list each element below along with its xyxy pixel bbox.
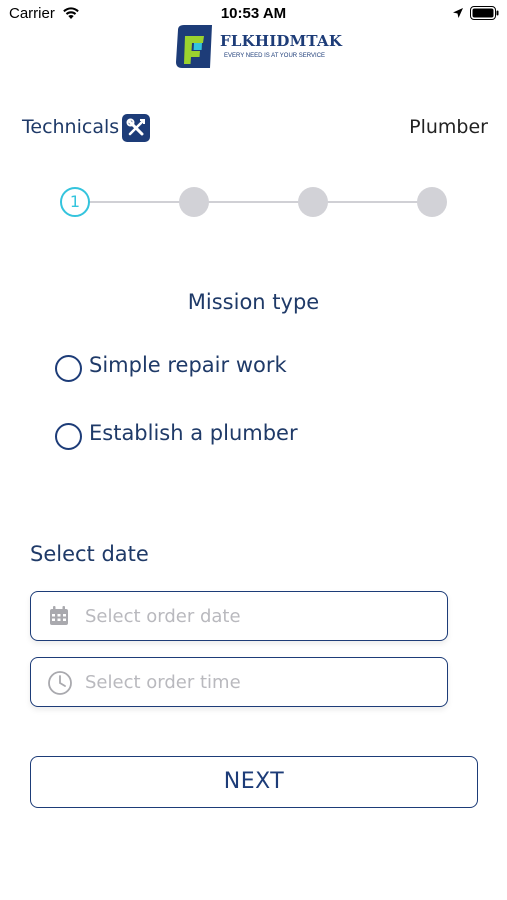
mission-option-establish-plumber[interactable]: Establish a plumber bbox=[55, 420, 375, 452]
select-date-heading: Select date bbox=[30, 542, 149, 566]
battery-icon bbox=[470, 6, 499, 20]
step-2 bbox=[179, 187, 209, 217]
mission-type-title: Mission type bbox=[187, 290, 320, 314]
status-time: 10:53 AM bbox=[220, 5, 287, 22]
progress-stepper: 1 bbox=[60, 186, 450, 218]
logo-tagline: EVERY NEED IS AT YOUR SERVICE bbox=[224, 53, 326, 59]
stepper-line bbox=[76, 201, 432, 203]
order-time-field[interactable] bbox=[30, 657, 448, 707]
radio-label: Simple repair work bbox=[89, 353, 287, 377]
radio-label: Establish a plumber bbox=[89, 421, 298, 445]
mission-option-simple-repair[interactable]: Simple repair work bbox=[55, 352, 375, 384]
order-date-input[interactable] bbox=[83, 600, 437, 632]
clock-icon bbox=[48, 671, 72, 695]
category-label: Technicals bbox=[22, 116, 120, 138]
calendar-icon bbox=[50, 606, 68, 625]
logo-mark-icon bbox=[176, 25, 212, 68]
app-logo: FLKHIDMTAK EVERY NEED IS AT YOUR SERVICE bbox=[174, 24, 344, 72]
location-arrow-icon bbox=[453, 8, 463, 18]
category-row: Technicals Plumber bbox=[22, 112, 488, 144]
radio-button[interactable] bbox=[55, 423, 82, 450]
next-button[interactable]: NEXT bbox=[30, 756, 478, 808]
order-date-field[interactable] bbox=[30, 591, 448, 641]
logo-name: FLKHIDMTAK bbox=[220, 32, 343, 50]
tools-icon bbox=[122, 114, 150, 142]
step-3 bbox=[298, 187, 328, 217]
step-1: 1 bbox=[60, 187, 90, 217]
step-4 bbox=[417, 187, 447, 217]
order-time-input[interactable] bbox=[83, 666, 437, 698]
radio-button[interactable] bbox=[55, 355, 82, 382]
service-label: Plumber bbox=[409, 116, 488, 138]
